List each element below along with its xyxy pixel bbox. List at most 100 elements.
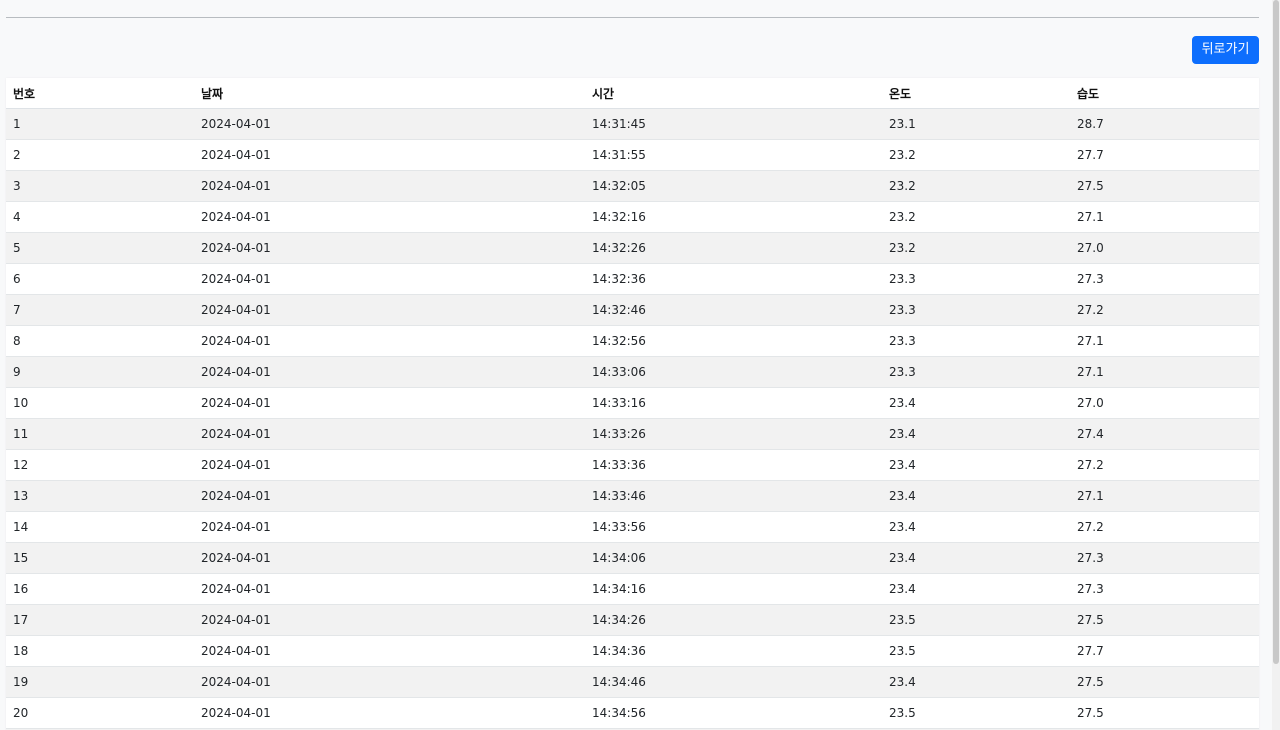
cell-number: 16 (6, 573, 194, 605)
table-row: 19 2024-04-01 14:34:46 23.4 27.5 (6, 666, 1259, 698)
table-row: 14 2024-04-01 14:33:56 23.4 27.2 (6, 511, 1259, 543)
cell-temperature: 23.4 (882, 573, 1070, 605)
cell-time: 14:32:05 (585, 170, 882, 202)
back-button[interactable]: 뒤로가기 (1192, 36, 1259, 64)
table-header-row: 번호 날짜 시간 온도 습도 (6, 78, 1259, 109)
cell-temperature: 23.3 (882, 356, 1070, 388)
cell-temperature: 23.4 (882, 511, 1070, 543)
cell-temperature: 23.4 (882, 542, 1070, 574)
cell-date: 2024-04-01 (194, 511, 585, 543)
cell-time: 14:32:26 (585, 232, 882, 264)
table-row: 12 2024-04-01 14:33:36 23.4 27.2 (6, 449, 1259, 481)
cell-number: 3 (6, 170, 194, 202)
table-row: 20 2024-04-01 14:34:56 23.5 27.5 (6, 697, 1259, 729)
cell-time: 14:32:36 (585, 263, 882, 295)
cell-humidity: 27.3 (1070, 542, 1259, 574)
cell-temperature: 23.3 (882, 325, 1070, 357)
cell-time: 14:33:56 (585, 511, 882, 543)
cell-temperature: 23.3 (882, 263, 1070, 295)
cell-number: 8 (6, 325, 194, 357)
cell-humidity: 27.2 (1070, 449, 1259, 481)
cell-time: 14:34:26 (585, 604, 882, 636)
divider (6, 17, 1259, 18)
cell-date: 2024-04-01 (194, 604, 585, 636)
table-row: 5 2024-04-01 14:32:26 23.2 27.0 (6, 232, 1259, 264)
cell-number: 13 (6, 480, 194, 512)
cell-time: 14:33:16 (585, 387, 882, 419)
cell-date: 2024-04-01 (194, 263, 585, 295)
cell-number: 1 (6, 108, 194, 140)
table-row: 18 2024-04-01 14:34:36 23.5 27.7 (6, 635, 1259, 667)
cell-date: 2024-04-01 (194, 480, 585, 512)
cell-temperature: 23.5 (882, 604, 1070, 636)
table-body: 1 2024-04-01 14:31:45 23.1 28.7 2 2024-04-01 14… (6, 108, 1259, 730)
cell-number: 6 (6, 263, 194, 295)
cell-humidity: 27.0 (1070, 387, 1259, 419)
cell-temperature: 23.4 (882, 418, 1070, 450)
cell-time: 14:33:36 (585, 449, 882, 481)
cell-number: 2 (6, 139, 194, 171)
cell-date: 2024-04-01 (194, 294, 585, 326)
table-row: 7 2024-04-01 14:32:46 23.3 27.2 (6, 294, 1259, 326)
cell-number: 4 (6, 201, 194, 233)
cell-time: 14:32:16 (585, 201, 882, 233)
cell-date: 2024-04-01 (194, 697, 585, 729)
cell-temperature: 23.5 (882, 697, 1070, 729)
cell-time: 14:33:26 (585, 418, 882, 450)
cell-number: 14 (6, 511, 194, 543)
table-row: 1 2024-04-01 14:31:45 23.1 28.7 (6, 108, 1259, 140)
cell-humidity: 27.1 (1070, 325, 1259, 357)
table-row: 6 2024-04-01 14:32:36 23.3 27.3 (6, 263, 1259, 295)
cell-date: 2024-04-01 (194, 108, 585, 140)
cell-time: 14:31:45 (585, 108, 882, 140)
cell-humidity: 27.7 (1070, 139, 1259, 171)
vertical-scrollbar[interactable] (1272, 0, 1280, 730)
scrollbar-thumb[interactable] (1273, 0, 1279, 664)
table-row: 3 2024-04-01 14:32:05 23.2 27.5 (6, 170, 1259, 202)
cell-humidity: 27.2 (1070, 294, 1259, 326)
cell-humidity: 27.1 (1070, 201, 1259, 233)
page: 뒤로가기 번호 날짜 시간 온도 습도 1 2024-04-01 14:31:45 2… (0, 0, 1280, 730)
cell-humidity: 27.1 (1070, 480, 1259, 512)
cell-humidity: 27.3 (1070, 263, 1259, 295)
cell-time: 14:32:46 (585, 294, 882, 326)
cell-number: 10 (6, 387, 194, 419)
cell-temperature: 23.2 (882, 232, 1070, 264)
cell-date: 2024-04-01 (194, 666, 585, 698)
table-row: 10 2024-04-01 14:33:16 23.4 27.0 (6, 387, 1259, 419)
cell-number: 19 (6, 666, 194, 698)
cell-temperature: 23.4 (882, 449, 1070, 481)
table-row: 8 2024-04-01 14:32:56 23.3 27.1 (6, 325, 1259, 357)
column-header-number: 번호 (6, 78, 194, 109)
cell-date: 2024-04-01 (194, 232, 585, 264)
cell-time: 14:34:16 (585, 573, 882, 605)
cell-humidity: 27.5 (1070, 697, 1259, 729)
cell-humidity: 27.5 (1070, 170, 1259, 202)
cell-temperature: 23.4 (882, 480, 1070, 512)
column-header-time: 시간 (585, 78, 882, 109)
cell-temperature: 23.2 (882, 201, 1070, 233)
column-header-temperature: 온도 (882, 78, 1070, 109)
sensor-data-table: 번호 날짜 시간 온도 습도 1 2024-04-01 14:31:45 23.1 28… (6, 78, 1259, 730)
cell-temperature: 23.4 (882, 666, 1070, 698)
table-row: 13 2024-04-01 14:33:46 23.4 27.1 (6, 480, 1259, 512)
cell-number: 12 (6, 449, 194, 481)
cell-number: 5 (6, 232, 194, 264)
table-row: 17 2024-04-01 14:34:26 23.5 27.5 (6, 604, 1259, 636)
cell-number: 7 (6, 294, 194, 326)
cell-time: 14:33:06 (585, 356, 882, 388)
cell-time: 14:33:46 (585, 480, 882, 512)
cell-number: 15 (6, 542, 194, 574)
cell-number: 20 (6, 697, 194, 729)
cell-time: 14:34:36 (585, 635, 882, 667)
cell-date: 2024-04-01 (194, 542, 585, 574)
cell-number: 18 (6, 635, 194, 667)
column-header-date: 날짜 (194, 78, 585, 109)
cell-date: 2024-04-01 (194, 170, 585, 202)
column-header-humidity: 습도 (1070, 78, 1259, 109)
cell-time: 14:34:56 (585, 697, 882, 729)
cell-humidity: 27.3 (1070, 573, 1259, 605)
cell-time: 14:32:56 (585, 325, 882, 357)
table-row: 4 2024-04-01 14:32:16 23.2 27.1 (6, 201, 1259, 233)
cell-time: 14:31:55 (585, 139, 882, 171)
